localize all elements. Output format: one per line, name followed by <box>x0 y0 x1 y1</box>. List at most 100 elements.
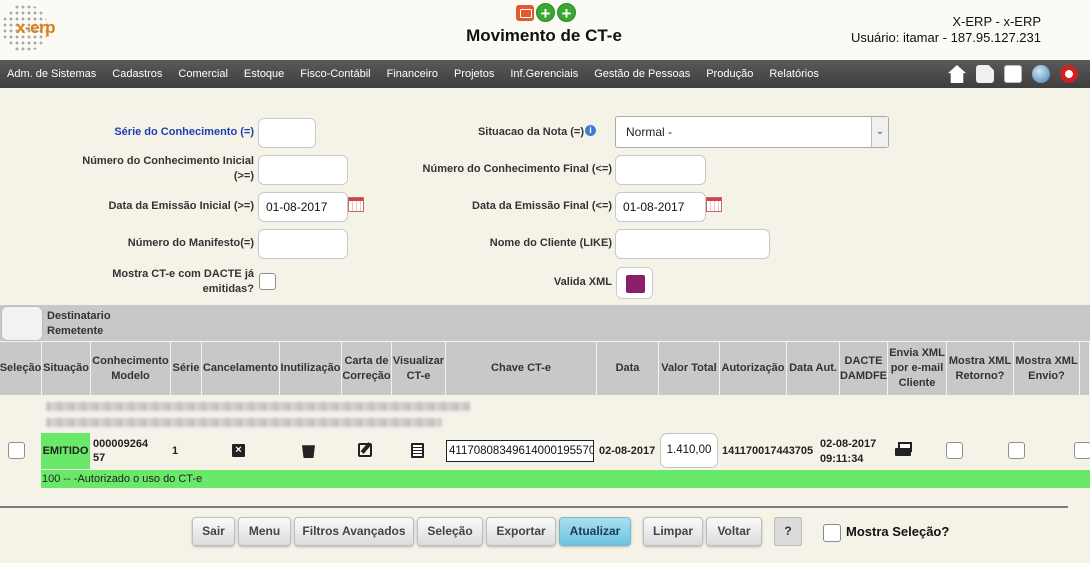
column-header-3[interactable]: Conhecimento Modelo <box>91 342 171 395</box>
column-header-line: Envio? <box>1028 369 1065 382</box>
mostra-selecao-toggle[interactable]: Mostra Seleção? <box>823 523 949 542</box>
trash-icon[interactable] <box>302 445 315 458</box>
power-icon[interactable] <box>1060 65 1078 83</box>
menu-item-gestao-de-pessoas[interactable]: Gestão de Pessoas <box>586 68 698 80</box>
column-header-line: Mostra XML <box>1015 354 1078 367</box>
column-header-line: Chave CT-e <box>491 362 551 374</box>
view-document-icon[interactable] <box>411 443 424 458</box>
column-header-1[interactable]: Seleção <box>0 342 42 395</box>
data-inicial-input[interactable]: 01-08-2017 <box>258 192 348 222</box>
valida-xml-button[interactable] <box>616 267 653 299</box>
home-icon[interactable] <box>948 65 966 83</box>
column-header-line: Retorno? <box>955 369 1005 382</box>
row-select-checkbox[interactable] <box>8 442 25 459</box>
column-header-line: Série <box>172 362 200 374</box>
menu-item-inf-gerenciais[interactable]: Inf.Gerenciais <box>502 68 586 80</box>
column-header-text: Data Aut. <box>789 361 837 376</box>
main-menu-bar: Adm. de Sistemas Cadastros Comercial Estoqu… <box>0 60 1090 88</box>
column-header-2[interactable]: Situação <box>42 342 91 395</box>
mostra-selecao-checkbox[interactable] <box>823 523 841 542</box>
envia-xml-checkbox[interactable] <box>946 442 963 459</box>
info-icon[interactable]: i <box>585 125 596 136</box>
chave-cte-field[interactable]: 41170808349614000195570 <box>446 440 594 462</box>
mostra-dacte-checkbox[interactable] <box>259 273 276 290</box>
column-header-9[interactable]: Chave CT-e <box>446 342 597 395</box>
voltar-button[interactable]: Voltar <box>706 517 762 546</box>
column-header-17[interactable]: Mostra XML Envio? <box>1014 342 1080 395</box>
menu-item-estoque[interactable]: Estoque <box>236 68 292 80</box>
numero-final-label: Número do Conhecimento Final (<=) <box>422 163 612 175</box>
help-button[interactable]: ? <box>774 517 802 546</box>
column-header-6[interactable]: Inutilização <box>280 342 342 395</box>
edit-icon[interactable] <box>358 443 372 457</box>
column-header-text: Valor Total <box>661 361 716 376</box>
numero-final-input[interactable] <box>615 155 706 185</box>
data-aut-date: 02-08-2017 <box>820 438 877 450</box>
globe-icon[interactable] <box>1032 65 1050 83</box>
column-header-line: Situação <box>43 362 89 374</box>
column-header-line: DAMDFE <box>839 369 888 382</box>
mostra-xml-retorno-checkbox[interactable] <box>1008 442 1025 459</box>
situacao-select[interactable]: Normal - ⌄ <box>615 116 889 148</box>
calendar-icon[interactable] <box>706 197 722 212</box>
limpar-button[interactable]: Limpar <box>643 517 703 546</box>
menu-item-fisco-contabil[interactable]: Fisco-Contábil <box>292 68 378 80</box>
column-header-5[interactable]: Cancelamento <box>202 342 280 395</box>
column-header-line: DACTE <box>844 354 883 367</box>
column-header-12[interactable]: Autorização <box>720 342 787 395</box>
column-header-4[interactable]: Série <box>171 342 202 395</box>
column-header-14[interactable]: DACTE DAMDFE <box>840 342 888 395</box>
column-header-11[interactable]: Valor Total <box>659 342 720 395</box>
menu-item-relatorios[interactable]: Relatórios <box>761 68 827 80</box>
menu-item-financeiro[interactable]: Financeiro <box>379 68 446 80</box>
data-final-input[interactable]: 01-08-2017 <box>615 192 706 222</box>
menu-item-cadastros[interactable]: Cadastros <box>104 68 170 80</box>
column-header-text: Série <box>173 361 200 376</box>
selecao-button[interactable]: Seleção <box>417 517 483 546</box>
column-header-13[interactable]: Data Aut. <box>787 342 840 395</box>
cliente-input[interactable] <box>615 229 770 259</box>
notes-icon[interactable] <box>1004 65 1022 83</box>
column-header-line: CT-e <box>406 369 431 382</box>
numero-inicial-input[interactable] <box>258 155 348 185</box>
menu-button[interactable]: Menu <box>238 517 291 546</box>
printer-icon[interactable] <box>895 442 912 458</box>
filtros-avancados-button[interactable]: Filtros Avançados <box>294 517 414 546</box>
column-header-line: por e-mail <box>890 362 944 374</box>
status-badge: EMITIDO <box>41 433 90 469</box>
remetente-label: Remetente <box>47 325 104 337</box>
remetente-blurred <box>46 418 442 427</box>
valor-total-field[interactable]: 1.410,00 <box>660 433 718 468</box>
grid-corner-button[interactable] <box>1 306 43 341</box>
column-header-line: Modelo <box>111 369 150 382</box>
serie-input[interactable] <box>258 118 316 148</box>
column-header-line: Conhecimento <box>92 354 169 367</box>
menu-item-comercial[interactable]: Comercial <box>170 68 236 80</box>
calendar-icon[interactable] <box>348 197 364 212</box>
manifesto-input[interactable] <box>258 229 348 259</box>
column-header-16[interactable]: Mostra XML Retorno? <box>947 342 1014 395</box>
menu-item-projetos[interactable]: Projetos <box>446 68 502 80</box>
column-header-7[interactable]: Carta de Correção <box>342 342 392 395</box>
cancel-icon[interactable]: × <box>232 444 245 457</box>
presentation-icon[interactable] <box>516 5 534 21</box>
column-header-8[interactable]: Visualizar CT-e <box>392 342 446 395</box>
menu-item-adm-de-sistemas[interactable]: Adm. de Sistemas <box>0 68 104 80</box>
add-icon[interactable]: + <box>536 3 555 23</box>
column-header-15[interactable]: Envia XML por e-mail Cliente <box>888 342 947 395</box>
document-icon[interactable] <box>976 65 994 83</box>
chevron-down-icon[interactable]: ⌄ <box>871 117 888 147</box>
column-header-text: Situação <box>43 361 89 376</box>
exportar-button[interactable]: Exportar <box>486 517 556 546</box>
sair-button[interactable]: Sair <box>192 517 235 546</box>
column-header-line: Autorização <box>721 362 785 374</box>
atualizar-button[interactable]: Atualizar <box>559 517 631 546</box>
serie-cell: 1 <box>172 445 179 457</box>
user-name: Usuário: itamar - 187.95.127.231 <box>850 30 1041 45</box>
user-info: X-ERP - x-ERP Usuário: itamar - 187.95.1… <box>851 14 1041 46</box>
column-header-10[interactable]: Data <box>597 342 659 395</box>
menu-item-producao[interactable]: Produção <box>698 68 761 80</box>
mostra-xml-envio-checkbox[interactable] <box>1074 442 1090 459</box>
data-cell: 02-08-2017 <box>599 445 656 457</box>
add-new-icon[interactable]: + <box>557 3 576 23</box>
